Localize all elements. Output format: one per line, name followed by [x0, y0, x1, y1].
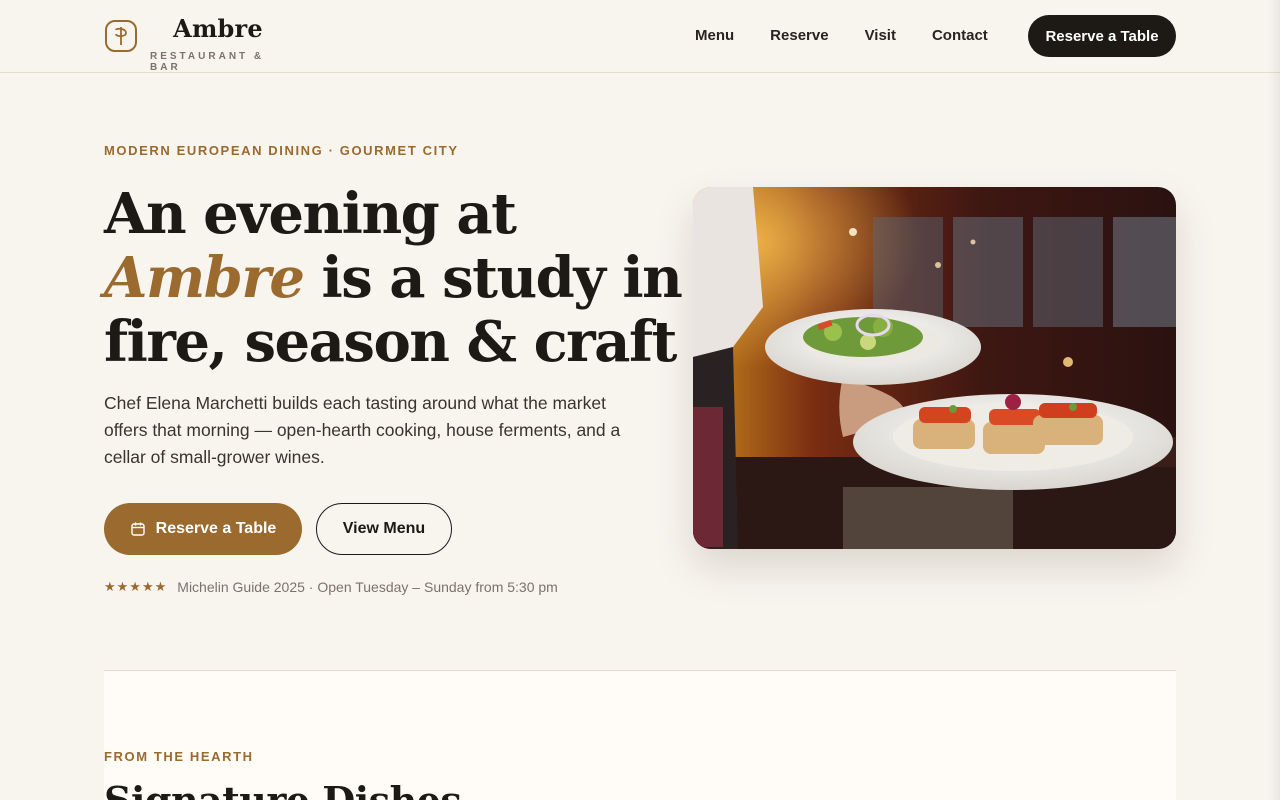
headline-accent: Ambre	[104, 245, 305, 311]
hero-lead: Chef Elena Marchetti builds each tasting…	[104, 393, 621, 467]
reserve-table-button[interactable]: Reserve a Table	[104, 503, 302, 555]
waiter-holding-plates-photo	[693, 187, 1176, 549]
nav-item-menu[interactable]: Menu	[695, 27, 734, 45]
hero-headline: An evening at Ambre is a study in fire, …	[104, 182, 684, 374]
reserve-table-label: Reserve a Table	[155, 520, 277, 537]
rating-text: Michelin Guide 2025 · Open Tuesday – Sun…	[177, 579, 558, 595]
rating-stars: ★★★★★	[104, 579, 168, 594]
calendar-icon	[130, 522, 145, 536]
section-eyebrow: FROM THE HEARTH	[104, 749, 254, 764]
headline-part-1: An evening at	[104, 181, 517, 247]
site-header: Ambre RESTAURANT & BAR Menu Reserve Visi…	[0, 0, 1280, 73]
brand-name[interactable]: Ambre	[150, 14, 286, 43]
scrollbar-track[interactable]	[1268, 0, 1280, 800]
monogram-logo-icon[interactable]	[104, 19, 138, 53]
section-title: Signature Dishes	[104, 778, 462, 800]
nav-item-visit[interactable]: Visit	[865, 27, 896, 45]
brand-tagline: RESTAURANT & BAR	[150, 51, 265, 73]
view-menu-button[interactable]: View Menu	[316, 503, 452, 555]
hero-eyebrow: MODERN EUROPEAN DINING · GOURMET CITY	[104, 143, 459, 158]
rating-row: ★★★★★ Michelin Guide 2025 · Open Tuesday…	[104, 579, 558, 595]
main-nav: Menu Reserve Visit Contact	[695, 27, 1024, 45]
header-reserve-button[interactable]: Reserve a Table	[1028, 15, 1176, 57]
nav-item-contact[interactable]: Contact	[932, 27, 988, 45]
nav-item-reserve[interactable]: Reserve	[770, 27, 828, 45]
hero-photo	[693, 187, 1176, 549]
